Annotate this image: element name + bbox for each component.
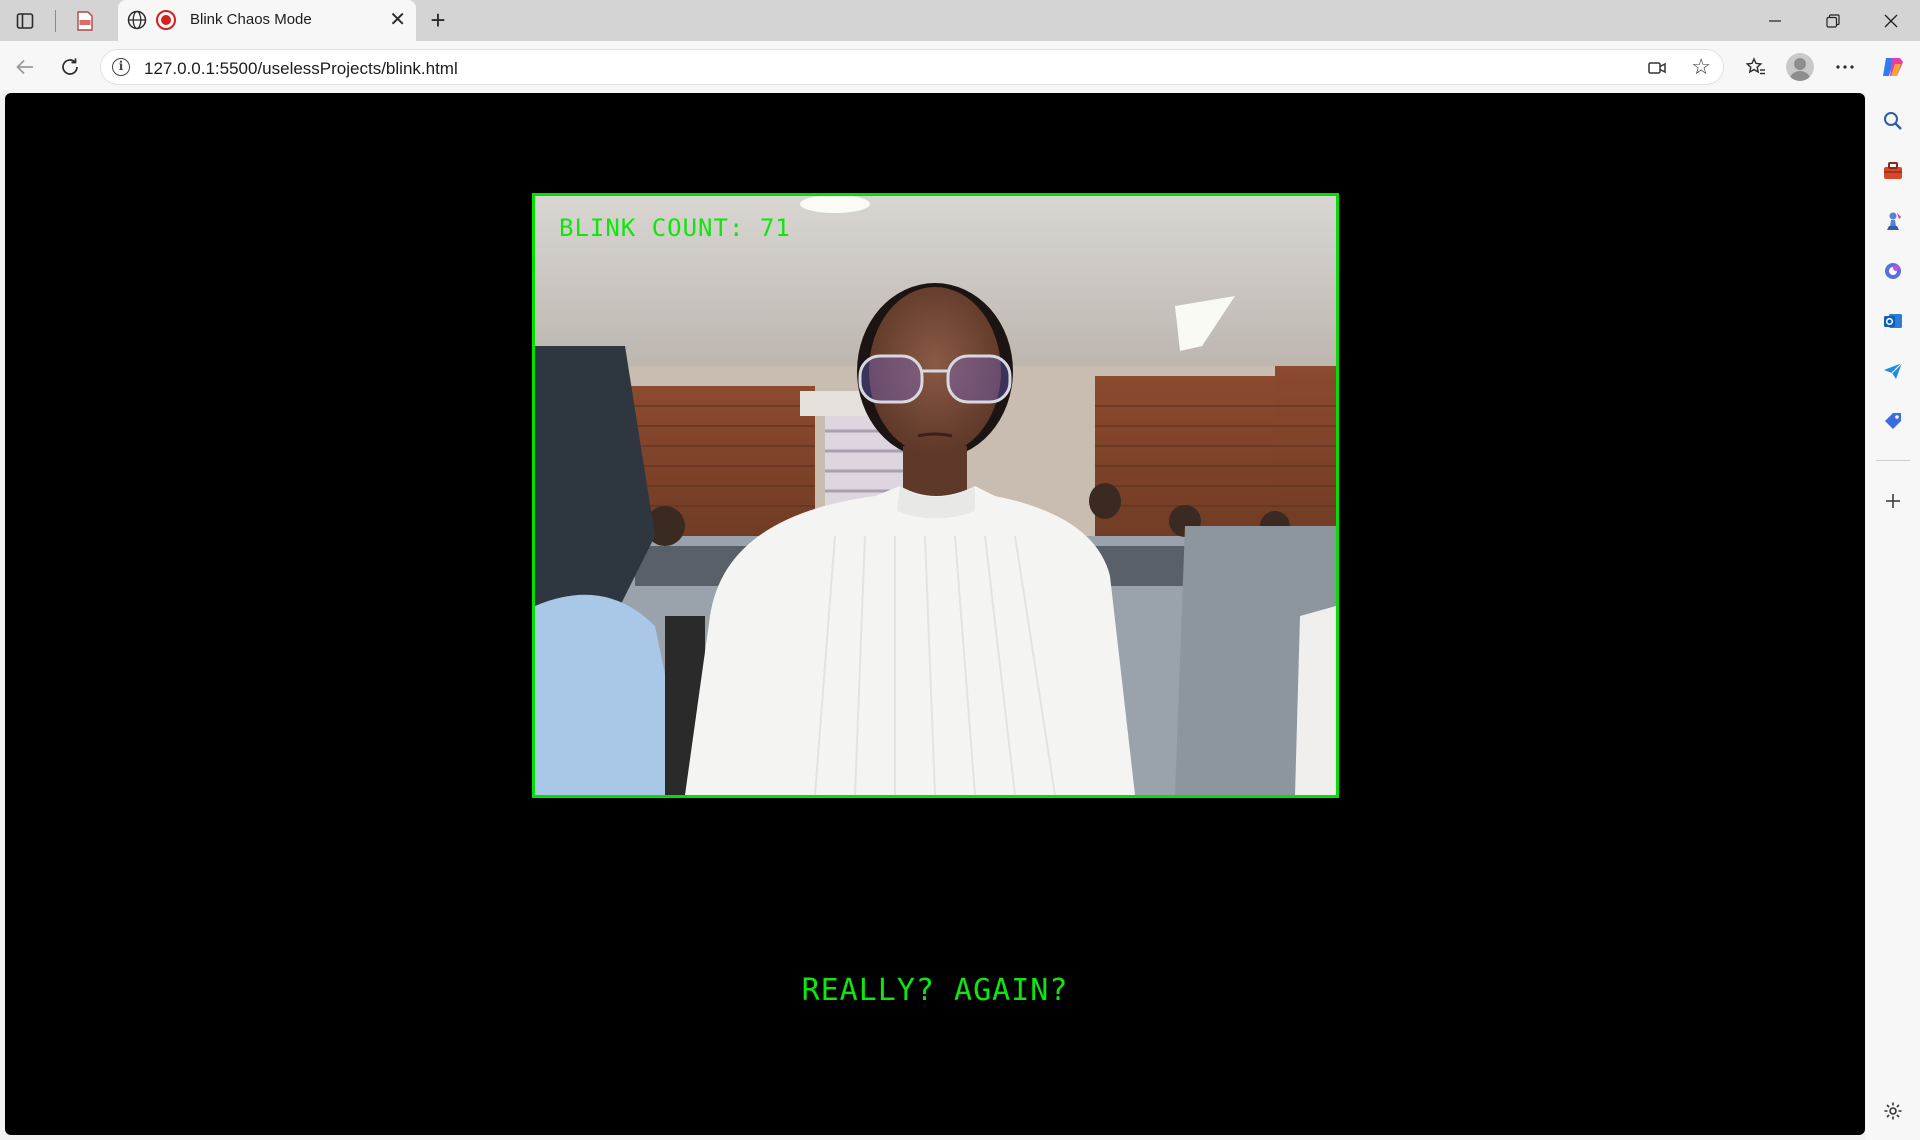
tab-active[interactable]: Blink Chaos Mode ✕ (118, 0, 416, 41)
close-window-icon[interactable] (1863, 0, 1919, 41)
favorite-star-icon[interactable]: ☆ (1691, 56, 1711, 78)
webcam-image (535, 196, 1336, 795)
address-bar[interactable]: i 127.0.0.1:5500/uselessProjects/blink.h… (100, 49, 1724, 85)
back-icon[interactable] (9, 51, 41, 83)
search-icon[interactable] (1877, 105, 1909, 137)
outlook-icon[interactable] (1877, 305, 1909, 337)
globe-icon (126, 9, 148, 36)
add-icon[interactable] (1877, 485, 1909, 517)
send-icon[interactable] (1877, 355, 1909, 387)
copilot-sidebar-icon[interactable] (1877, 255, 1909, 287)
tag-icon[interactable] (1877, 405, 1909, 437)
pdf-tab-icon[interactable] (70, 6, 100, 36)
profile-avatar[interactable] (1786, 53, 1814, 81)
blink-count-label: BLINK COUNT: 71 (559, 214, 791, 242)
restore-icon[interactable] (1805, 0, 1861, 41)
edge-sidebar (1866, 93, 1920, 1140)
sidebar-toggle-icon[interactable] (10, 6, 40, 36)
favorites-icon[interactable] (1740, 51, 1772, 83)
recording-icon (156, 10, 176, 30)
site-info-icon[interactable]: i (112, 58, 130, 76)
page-viewport: BLINK COUNT: 71 REALLY? AGAIN? (5, 93, 1865, 1135)
close-tab-icon[interactable]: ✕ (389, 10, 406, 30)
toolbox-icon[interactable] (1877, 155, 1909, 187)
minimize-icon[interactable] (1747, 0, 1803, 41)
tab-strip: Blink Chaos Mode ✕ + (0, 0, 1920, 41)
webcam-feed: BLINK COUNT: 71 (532, 193, 1339, 798)
copilot-icon[interactable] (1877, 51, 1909, 83)
reload-icon[interactable] (54, 51, 86, 83)
tab-separator (55, 10, 56, 32)
tab-title: Blink Chaos Mode (190, 11, 312, 28)
address-url[interactable]: 127.0.0.1:5500/uselessProjects/blink.htm… (144, 59, 458, 79)
more-menu-icon[interactable] (1829, 51, 1861, 83)
taunt-message: REALLY? AGAIN? (801, 973, 1069, 1008)
new-tab-button[interactable]: + (422, 6, 454, 36)
chess-icon[interactable] (1877, 205, 1909, 237)
sidebar-divider (1876, 460, 1910, 461)
camera-in-use-icon[interactable] (1647, 58, 1667, 83)
browser-toolbar: i 127.0.0.1:5500/uselessProjects/blink.h… (0, 41, 1920, 93)
settings-icon[interactable] (1877, 1095, 1909, 1127)
